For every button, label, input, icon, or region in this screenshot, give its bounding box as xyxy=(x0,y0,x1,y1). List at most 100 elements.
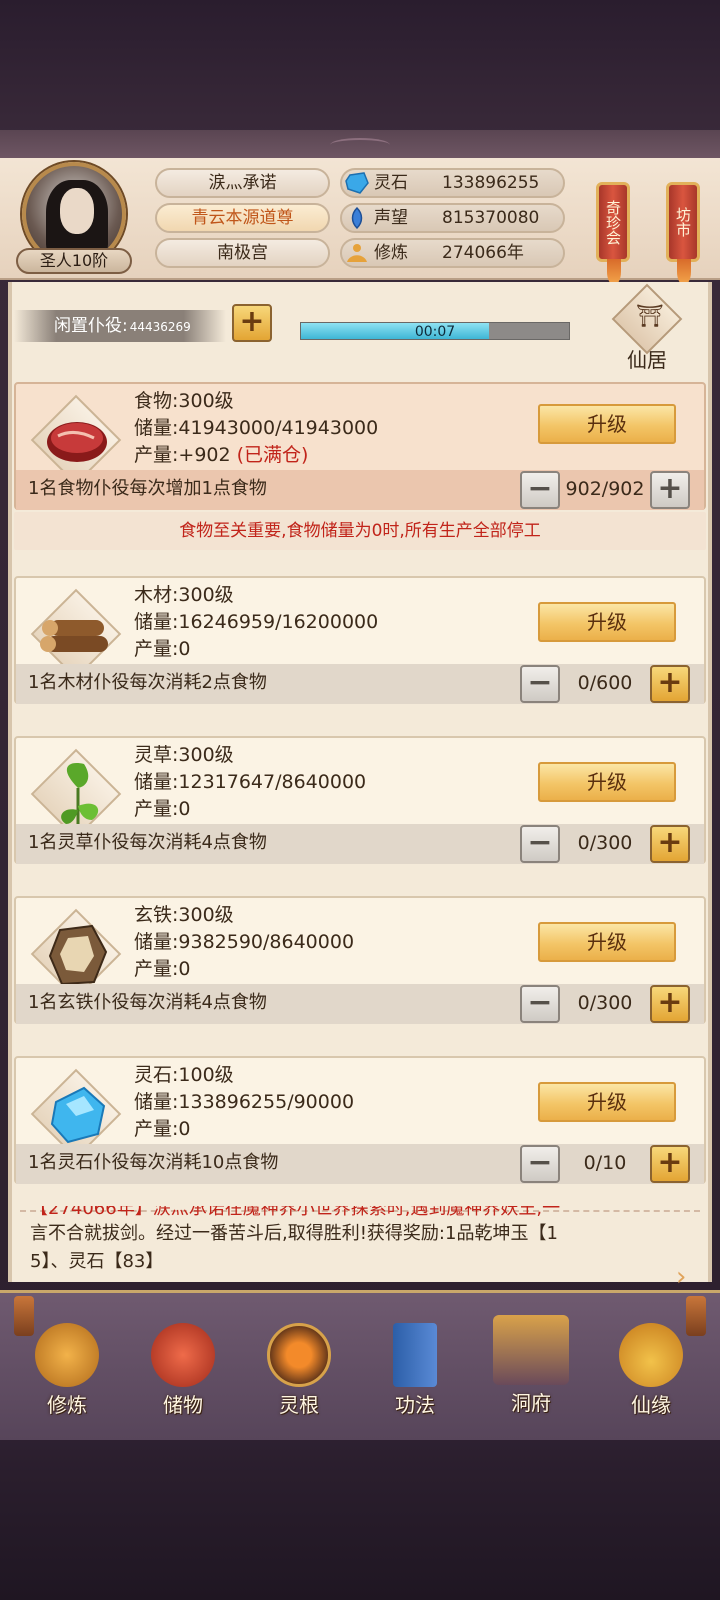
decrease-servant-button[interactable]: − xyxy=(520,985,560,1023)
nav-label: 储物 xyxy=(163,1393,203,1417)
reputation-icon xyxy=(351,206,363,230)
log-line: 言不合就拔剑。经过一番苦斗后,取得胜利!获得奖励:1品乾坤玉【1 xyxy=(30,1223,558,1244)
resource-card-iron: 玄铁:300级 储量:9382590/8640000 产量:0 升级 1名玄铁仆… xyxy=(14,896,706,1024)
log-line-partial: 【274066年】涙灬承诺在魔神界小世界探索时,遇到魔神界妖王,一 xyxy=(30,1206,561,1219)
meat-icon xyxy=(47,422,107,462)
decrease-servant-button[interactable]: − xyxy=(520,471,560,509)
log-arrow-icon[interactable]: › xyxy=(676,1262,686,1292)
bottom-background xyxy=(0,1440,720,1600)
stat-label: 声望 xyxy=(374,208,408,228)
nav-cave-abode[interactable]: 洞府 xyxy=(476,1311,586,1431)
resource-storage: 储量:9382590/8640000 xyxy=(134,931,355,953)
increase-servant-button[interactable]: + xyxy=(650,665,690,703)
nav-label: 洞府 xyxy=(511,1391,551,1415)
servant-desc: 1名灵石仆役每次消耗10点食物 xyxy=(28,1152,279,1173)
upgrade-button[interactable]: 升级 xyxy=(538,1082,676,1122)
nav-label: 仙缘 xyxy=(631,1393,671,1417)
xianju-button[interactable]: ⛩ 仙居 xyxy=(611,283,683,372)
production-timer: 00:07 xyxy=(300,322,570,340)
nav-label: 灵根 xyxy=(279,1393,319,1417)
immortal-fate-icon xyxy=(619,1323,683,1387)
increase-servant-button[interactable]: + xyxy=(650,471,690,509)
resource-card-herb: 灵草:300级 储量:12317647/8640000 产量:0 升级 1名灵草… xyxy=(14,736,706,864)
top-ornament xyxy=(0,130,720,158)
stat-reputation: 声望 815370080 xyxy=(340,203,565,233)
player-sect[interactable]: 南极宫 xyxy=(155,238,330,268)
stat-spirit-stone: 灵石 133896255 xyxy=(340,168,565,198)
event-log[interactable]: 【274066年】涙灬承诺在魔神界小世界探索时,遇到魔神界妖王,一 言不合就拔剑… xyxy=(14,1196,706,1282)
nav-label: 功法 xyxy=(395,1393,435,1417)
nav-spirit-root[interactable]: 灵根 xyxy=(244,1311,354,1431)
resource-card-spirit-stone: 灵石:100级 储量:133896255/90000 产量:0 升级 1名灵石仆… xyxy=(14,1056,706,1184)
resource-card-wood: 木材:300级 储量:16246959/16200000 产量:0 升级 1名木… xyxy=(14,576,706,704)
upgrade-button[interactable]: 升级 xyxy=(538,404,676,444)
lantern-treasure-fair[interactable]: 奇珍会 xyxy=(596,182,630,285)
upgrade-button[interactable]: 升级 xyxy=(538,602,676,642)
iron-ore-icon xyxy=(48,924,108,986)
servant-desc: 1名木材仆役每次消耗2点食物 xyxy=(28,672,267,693)
servant-count: 0/300 xyxy=(577,992,633,1014)
nav-storage[interactable]: 储物 xyxy=(128,1311,238,1431)
stat-value: 815370080 xyxy=(442,208,540,228)
nav-technique[interactable]: 功法 xyxy=(360,1311,470,1431)
spirit-crystal-icon xyxy=(50,1086,106,1144)
player-title[interactable]: 青云本源道尊 xyxy=(155,203,330,233)
increase-servant-button[interactable]: + xyxy=(650,985,690,1023)
servant-desc: 1名玄铁仆役每次消耗4点食物 xyxy=(28,992,267,1013)
nav-label: 修炼 xyxy=(47,1393,87,1417)
food-warning: 食物至关重要,食物储量为0时,所有生产全部停工 xyxy=(14,512,706,550)
resource-storage: 储量:41943000/41943000 xyxy=(134,417,379,439)
cave-abode-icon xyxy=(493,1315,569,1385)
stat-label: 修炼 xyxy=(374,243,408,263)
resource-output: 产量:+902 (已满仓) xyxy=(134,444,309,466)
pavilion-glyph: ⛩ xyxy=(636,304,664,329)
servant-desc: 1名食物仆役每次增加1点食物 xyxy=(28,478,267,499)
idle-count: 44436269 xyxy=(129,320,191,334)
full-status: (已满仓) xyxy=(236,444,309,466)
servant-desc: 1名灵草仆役每次消耗4点食物 xyxy=(28,832,267,853)
xianju-label: 仙居 xyxy=(627,348,667,372)
technique-book-icon xyxy=(393,1323,437,1387)
lantern-market[interactable]: 坊市 xyxy=(666,182,700,285)
resource-storage: 储量:12317647/8640000 xyxy=(134,771,367,793)
wood-icon xyxy=(40,620,108,652)
resource-level: 玄铁:300级 xyxy=(134,904,234,926)
servant-count: 0/600 xyxy=(577,672,633,694)
upgrade-button[interactable]: 升级 xyxy=(538,922,676,962)
resource-level: 灵石:100级 xyxy=(134,1064,234,1086)
resource-output: 产量:0 xyxy=(134,798,191,820)
storage-bag-icon xyxy=(151,1323,215,1387)
servant-count: 902/902 xyxy=(565,478,645,500)
herb-icon xyxy=(61,763,99,832)
servant-count: 0/10 xyxy=(583,1152,627,1174)
log-line: 5】、灵石【83】 xyxy=(30,1251,164,1272)
right-tassel xyxy=(686,1296,706,1336)
resource-card-food: 食物:300级 储量:41943000/41943000 产量:+902 (已满… xyxy=(14,382,706,510)
spirit-stone-icon xyxy=(345,172,369,194)
decrease-servant-button[interactable]: − xyxy=(520,825,560,863)
add-servant-button[interactable]: + xyxy=(232,304,272,342)
stat-value: 274066年 xyxy=(442,243,524,263)
resource-storage: 储量:133896255/90000 xyxy=(134,1091,355,1113)
resource-storage: 储量:16246959/16200000 xyxy=(134,611,379,633)
decrease-servant-button[interactable]: − xyxy=(520,665,560,703)
resource-level: 食物:300级 xyxy=(134,390,234,412)
resource-level: 灵草:300级 xyxy=(134,744,234,766)
increase-servant-button[interactable]: + xyxy=(650,1145,690,1183)
timer-text: 00:07 xyxy=(414,324,456,340)
decrease-servant-button[interactable]: − xyxy=(520,1145,560,1183)
increase-servant-button[interactable]: + xyxy=(650,825,690,863)
resource-level: 木材:300级 xyxy=(134,584,234,606)
cultivate-icon xyxy=(35,1323,99,1387)
spirit-root-icon xyxy=(267,1323,331,1387)
resource-output: 产量:0 xyxy=(134,638,191,660)
stat-value: 133896255 xyxy=(442,173,540,193)
resource-output: 产量:0 xyxy=(134,1118,191,1140)
stat-cultivation: 修炼 274066年 xyxy=(340,238,565,268)
player-name: 涙灬承诺 xyxy=(155,168,330,198)
servant-count: 0/300 xyxy=(577,832,633,854)
idle-label: 闲置仆役: xyxy=(54,316,128,336)
upgrade-button[interactable]: 升级 xyxy=(538,762,676,802)
cultivation-icon xyxy=(347,244,367,262)
avatar-face xyxy=(60,188,94,234)
